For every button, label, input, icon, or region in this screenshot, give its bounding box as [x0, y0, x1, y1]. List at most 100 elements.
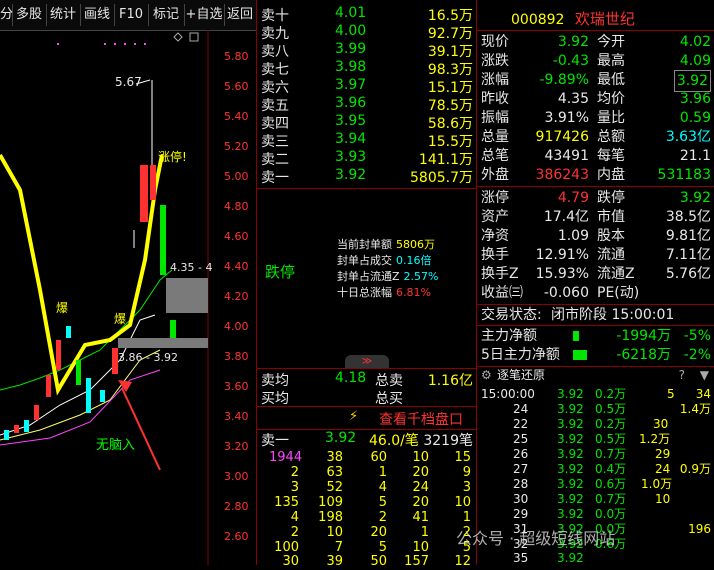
toolbar-draw-button[interactable]: 画线: [80, 4, 115, 26]
kline-chart[interactable]: 5.80 5.60 5.40 5.20 5.00 4.80 4.60 4.40 …: [0, 30, 256, 565]
price-tick: 4.00: [224, 320, 249, 333]
tick-header: ⚙ 逐笔还原 ? ▼: [481, 367, 709, 383]
seal-order-info: 当前封单额 5806万 封单占成交 0.16倍 封单占流通Z 2.57% 十日总涨幅 6…: [337, 237, 439, 301]
signal-dot: [144, 43, 146, 45]
limit-down-status: 跌停: [265, 263, 296, 281]
tick-row: 28 3.92 0.6万 1.0万: [513, 477, 673, 491]
stock-code: 000892: [511, 12, 565, 28]
candle: [76, 360, 81, 385]
seal-row: 封单占流通Z 2.57%: [337, 270, 439, 283]
range-label-b: 3.86 - 3.92: [118, 351, 178, 364]
price-tick: 5.00: [224, 170, 249, 183]
seal-row: 十日总涨幅 6.81%: [337, 286, 431, 299]
limit-up-label: 涨停!: [158, 150, 187, 164]
tick-row: 22 3.92 0.2万 30: [513, 417, 669, 431]
sell-row-10: 卖十 4.01 16.5万: [261, 5, 473, 24]
toolbar-stats-button[interactable]: 统计: [46, 4, 81, 26]
queue-row: 3 52 4 24 3: [290, 480, 471, 495]
queue-row: 4 198 2 41 1: [290, 510, 471, 525]
toolbar-mark-button[interactable]: 标记: [148, 4, 185, 26]
candles: [4, 80, 176, 440]
five-day-flow-row: 5日主力净额 -6218万 -2%: [481, 347, 711, 363]
quote-row: 资产 17.4亿 市值 38.5亿: [481, 209, 711, 225]
candle: [24, 420, 29, 432]
sell-row-6: 卖六 3.97 15.1万: [261, 77, 473, 96]
queue-row: 30 39 50 157 12: [282, 554, 471, 569]
quote-row: 净资 1.09 股本 9.81亿: [481, 228, 711, 244]
price-tick: 2.80: [224, 500, 249, 513]
price-tick: 2.60: [224, 530, 249, 543]
signal-dots: [57, 43, 146, 45]
quote-row: 总笔 43491 每笔 21.1: [481, 148, 711, 164]
seal-row: 当前封单额 5806万: [337, 238, 435, 251]
chart-menu-icon: [173, 32, 183, 42]
price-tick: 3.60: [224, 380, 249, 393]
tick-row: 30 3.92 0.7万 10: [513, 492, 671, 506]
tick-row: 25 3.92 0.5万 1.2万: [513, 432, 671, 446]
candle: [46, 375, 51, 397]
queue-row: 2 10 20 1 2: [290, 525, 471, 540]
quote-row: 总量 917426 总额 3.63亿: [481, 129, 711, 145]
explode-label: 爆: [56, 301, 69, 315]
watermark: 公众号 · 超级短线网站: [456, 529, 616, 548]
signal-dot: [57, 43, 59, 45]
avg-price-panel: 卖均 4.18 总卖 1.16亿 买均 总买: [256, 368, 477, 407]
tick-row: 35 3.92: [513, 551, 584, 565]
candle: [34, 405, 39, 420]
price-tick: 3.40: [224, 410, 249, 423]
sell-row-2: 卖二 3.93 141.1万: [261, 149, 473, 168]
collapse-chevron-icon[interactable]: ≫: [345, 355, 389, 369]
quote-row: 涨停 4.79 跌停 3.92: [481, 190, 711, 206]
quote-row: 昨收 4.35 均价 3.96: [481, 91, 711, 107]
tick-row: 26 3.92 0.7万 29: [513, 447, 671, 461]
toolbar-f10-button[interactable]: F10: [114, 4, 149, 26]
quote-row: 换手 12.91% 流通 7.11亿: [481, 247, 711, 263]
candle: [150, 165, 156, 200]
candle: [66, 326, 71, 338]
sell-row-9: 卖九 4.00 92.7万: [261, 23, 473, 42]
sell-row-4: 卖四 3.95 58.6万: [261, 113, 473, 132]
signal-dot: [124, 43, 126, 45]
settings-icon[interactable]: ⚙: [481, 367, 492, 383]
tick-row: 29 3.92 0.0万: [513, 507, 627, 521]
price-tick: 5.80: [224, 50, 249, 63]
sell-row-3: 卖三 3.94 15.5万: [261, 131, 473, 150]
candle: [86, 378, 91, 413]
price-tick: 3.00: [224, 470, 249, 483]
sell1-summary: 卖一 3.92 46.0/笔 3219笔: [261, 430, 473, 449]
toolbar-add-favorite-button[interactable]: +自选: [184, 4, 225, 26]
sell-row-5: 卖五 3.96 78.5万: [261, 95, 473, 114]
toolbar: 分 多股 统计 画线 F10 标记 +自选 返回: [0, 0, 256, 31]
lightning-icon: ⚡: [349, 409, 359, 424]
explode-label: 爆: [114, 312, 127, 326]
candle: [170, 320, 176, 338]
divider: [477, 30, 714, 31]
signal-dot: [134, 43, 136, 45]
price-tick: 5.60: [224, 80, 249, 93]
toolbar-multi-stock-button[interactable]: 多股: [12, 4, 47, 26]
candle: [14, 425, 19, 433]
flow-bar: [573, 331, 579, 341]
tick-row: 15:00:00 3.92 0.2万 5 34: [481, 387, 711, 401]
quote-row: 外盘 386243 内盘 531183: [481, 167, 711, 183]
annotation-label: 无脑入: [96, 438, 136, 453]
sell-row-1: 卖一 3.92 5805.7万: [261, 167, 473, 186]
price-tick: 3.80: [224, 350, 249, 363]
signal-dot: [114, 43, 116, 45]
quote-row: 现价 3.92 今开 4.02: [481, 34, 711, 50]
limit-status-panel: 跌停 当前封单额 5806万 封单占成交 0.16倍 封单占流通Z 2.57% 十日总…: [256, 188, 477, 369]
seal-row: 封单占成交 0.16倍: [337, 254, 432, 267]
diamond-icon: [173, 32, 183, 42]
candle: [140, 165, 148, 222]
price-tick: 4.80: [224, 200, 249, 213]
ma-line-green: [0, 269, 173, 391]
quote-row: 涨幅 -9.89% 最低 3.92: [477, 70, 714, 92]
help-icon[interactable]: ?: [679, 367, 685, 383]
tick-row: 27 3.92 0.4万 24 0.9万: [513, 462, 711, 476]
chevron-down-icon[interactable]: ▼: [700, 367, 709, 383]
candle: [160, 205, 166, 275]
sell1-queue: 卖一 3.92 46.0/笔 3219笔 1944 38 60 10 15 2 …: [256, 428, 477, 569]
toolbar-back-button[interactable]: 返回: [224, 4, 256, 26]
price-tick: 4.20: [224, 290, 249, 303]
view-depth-button[interactable]: ⚡ 查看千档盘口: [256, 406, 477, 430]
